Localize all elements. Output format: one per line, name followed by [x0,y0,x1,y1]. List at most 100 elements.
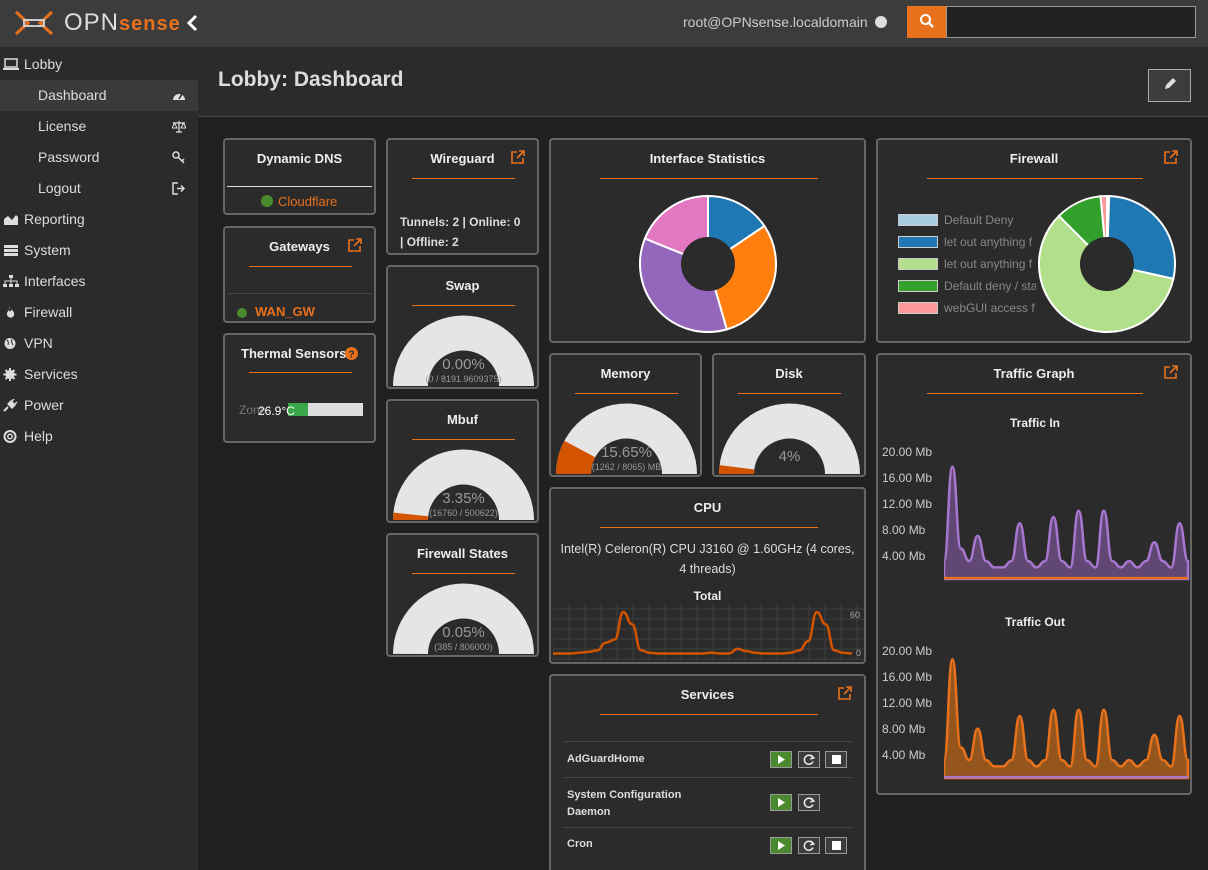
refresh-icon [803,840,816,851]
divider [227,293,372,294]
swap-gauge: 0.00% (0 / 8191.9609375) [393,315,534,386]
wireguard-status: Tunnels: 2 | Online: 0 [400,215,521,229]
service-restart-button[interactable] [798,837,820,854]
sidebar-item-vpn[interactable]: VPN [0,328,198,359]
sidebar-item-system[interactable]: System [0,235,198,266]
search-input[interactable] [946,6,1196,38]
widget-title: Disk [775,366,803,381]
widget-title: Thermal Sensors [241,346,347,361]
service-restart-button[interactable] [798,751,820,768]
sidebar-item-lobby[interactable]: Lobby [0,49,198,80]
search-button[interactable] [907,6,946,38]
cog-icon [3,368,17,381]
svg-text:?: ? [348,350,354,361]
legend-swatch [898,214,938,226]
gauge-detail: (0 / 8191.9609375) [425,374,501,384]
widget-firewall-states: Firewall States 0.05% (385 / 806000) [386,533,539,657]
plug-icon [3,399,18,412]
external-link-icon[interactable] [1164,365,1178,379]
external-link-icon[interactable] [511,150,525,164]
title-underline [249,266,352,267]
external-link-icon[interactable] [1164,150,1178,164]
legend-item[interactable]: Default deny / sta [898,278,1038,294]
firewall-donut [1038,195,1176,333]
title-underline [738,393,841,394]
sidebar-item-reporting[interactable]: Reporting [0,204,198,235]
stop-icon [832,755,841,764]
current-user[interactable]: root@OPNsense.localdomain [683,14,868,30]
play-icon [778,755,785,764]
legend-item[interactable]: let out anything f [898,256,1038,272]
widget-title: Dynamic DNS [256,151,343,166]
sidebar-item-logout[interactable]: Logout [0,173,198,204]
title-underline [600,714,818,715]
title-underline [927,178,1143,179]
service-restart-button[interactable] [798,794,820,811]
sidebar-item-password[interactable]: Password [0,142,198,173]
widget-title: Interface Statistics [649,151,766,166]
widget-thermal-sensors: Thermal Sensors ? Zone 26.9°C [223,333,376,443]
legend-item[interactable]: Default Deny [898,212,1038,228]
widget-title: Swap [445,278,480,293]
widget-disk: Disk 4% [712,353,866,477]
service-row: System Configuration Daemon [563,777,852,826]
sidebar-item-help[interactable]: Help [0,421,198,452]
service-stop-button[interactable] [825,751,847,768]
widget-services: Services AdGuardHome System Configuratio… [549,674,866,870]
laptop-icon [3,58,19,70]
sidebar-item-license[interactable]: License [0,111,198,142]
edit-dashboard-button[interactable] [1148,69,1191,102]
area-chart-icon [4,215,18,225]
donut-hole [681,237,735,291]
ddns-provider[interactable]: Cloudflare [278,194,337,209]
refresh-icon [803,754,816,765]
service-stop-button[interactable] [825,837,847,854]
sign-out-icon [172,182,186,195]
collapse-sidebar-icon[interactable] [186,14,204,34]
sidebar-item-firewall[interactable]: Firewall [0,297,198,328]
legend-swatch [898,258,938,270]
help-icon[interactable]: ? [345,347,358,360]
legend-item[interactable]: webGUI access f [898,300,1038,316]
external-link-icon[interactable] [838,686,852,700]
service-start-button[interactable] [770,751,792,768]
sidebar-item-dashboard[interactable]: Dashboard [0,80,198,111]
gauge-percent: 0.00% [442,356,485,373]
ytick-label: 8.00 Mb [882,722,926,736]
service-start-button[interactable] [770,837,792,854]
external-link-icon[interactable] [348,238,362,252]
service-name: Cron [567,838,593,850]
cpu-total-line [553,610,853,655]
traffic-out-chart [944,658,1190,780]
widget-title: Traffic Graph [993,366,1075,381]
ytick-label: 20.00 Mb [882,644,933,658]
sidebar-item-services[interactable]: Services [0,359,198,390]
globe-icon [4,338,16,349]
gauge-detail: (1262 / 8065) MB [592,462,662,472]
memory-gauge: 15.65% (1262 / 8065) MB [556,403,697,474]
sidebar-item-interfaces[interactable]: Interfaces [0,266,198,297]
widget-title: Firewall States [416,546,509,561]
sidebar-item-power[interactable]: Power [0,390,198,421]
status-ok-icon [261,195,273,207]
ytick-label: 16.00 Mb [882,471,933,485]
widget-traffic-graph: Traffic Graph Traffic In 20.00 Mb 16.00 … [876,353,1192,795]
cpu-graph: 60 0 [553,605,864,660]
gauge-detail: (16760 / 500622) [429,508,498,518]
stop-icon [832,841,841,850]
widget-title: Memory [600,366,651,381]
ytick-label: 8.00 Mb [882,523,926,537]
ytick-label: 12.00 Mb [882,497,933,511]
wireguard-offline: | Offline: 2 [400,235,459,249]
gauge-percent: 3.35% [442,490,485,507]
service-row: Cron [563,827,852,861]
status-indicator-icon[interactable] [875,16,887,28]
service-name: AdGuardHome [567,753,645,765]
dashboard-icon [173,93,185,100]
service-start-button[interactable] [770,794,792,811]
gateway-name[interactable]: WAN_GW [255,304,315,319]
opnsense-logo[interactable]: OPNsense [14,8,180,38]
gauge-percent: 4% [779,448,801,465]
legend-item[interactable]: let out anything f [898,234,1038,250]
fw-states-gauge: 0.05% (385 / 806000) [392,583,534,654]
